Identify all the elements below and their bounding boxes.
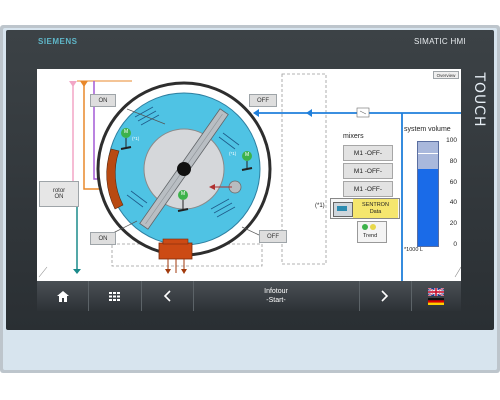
motor-left-sub: (*1) — [132, 136, 140, 141]
mixer-button-3[interactable]: M1 -OFF- — [343, 181, 393, 197]
trend-yellow-led-icon — [370, 224, 376, 230]
volume-tick-label: 40 — [449, 199, 457, 207]
infotour-line2: -Start- — [266, 297, 286, 304]
brand-logo: SIEMENS — [38, 37, 78, 46]
overview-tag[interactable]: Overview — [433, 71, 459, 79]
home-icon — [56, 290, 69, 302]
off-button-top[interactable]: OFF — [249, 94, 277, 107]
volume-setpoint-line — [418, 153, 438, 155]
back-button[interactable] — [141, 281, 194, 311]
rotor-status-line2: ON — [54, 194, 64, 200]
volume-tick-label: 60 — [449, 178, 457, 186]
language-button[interactable] — [411, 281, 461, 311]
sentron-line2: Data — [369, 208, 382, 215]
hmi-screen: M (*1) M (*1) M Overview ON OFF ON OFF r… — [37, 69, 461, 281]
infotour-line1: Infotour — [264, 288, 288, 295]
meter-icon — [333, 202, 353, 217]
german-flag-icon — [428, 297, 444, 305]
touch-text: TOUCH — [471, 72, 487, 128]
motor-right-label: M — [245, 152, 250, 158]
mixer-button-1[interactable]: M1 -OFF- — [343, 145, 393, 161]
model-label: SIMATIC HMI — [414, 37, 467, 46]
infotour-label: Infotour -Start- — [264, 287, 288, 305]
infotour-button[interactable]: Infotour -Start- — [193, 281, 360, 311]
volume-tick-label: 0 — [453, 241, 457, 248]
on-button-top[interactable]: ON — [90, 94, 116, 107]
forward-button[interactable] — [359, 281, 412, 311]
off-button-bottom[interactable]: OFF — [259, 230, 287, 243]
sentron-line1: SENTRON — [362, 201, 389, 208]
sentron-marker: (*1) — [315, 203, 325, 209]
sentron-data-button[interactable]: SENTRON Data — [330, 198, 400, 219]
mixers-title: mixers — [343, 133, 364, 140]
chevron-right-icon — [381, 290, 389, 302]
system-volume-title: system volume — [404, 126, 451, 133]
menu-button[interactable] — [88, 281, 142, 311]
grid-icon — [109, 291, 120, 301]
trend-green-led-icon — [362, 224, 368, 230]
volume-bar — [417, 141, 439, 247]
motor-right-sub: (*1) — [229, 151, 237, 156]
mixer-button-2[interactable]: M1 -OFF- — [343, 163, 393, 179]
motor-bottom-label: M — [181, 191, 186, 197]
uk-flag-icon — [428, 287, 444, 296]
trend-button[interactable]: Trend — [357, 221, 387, 243]
chevron-left-icon — [163, 290, 171, 302]
trend-label: Trend — [363, 233, 378, 239]
volume-bar-fill — [418, 169, 438, 246]
home-button[interactable] — [37, 281, 89, 311]
sentron-data-label: SENTRON Data — [353, 199, 398, 218]
volume-tick-label: 100 — [446, 137, 457, 144]
taskbar: Infotour -Start- — [37, 281, 461, 311]
motor-left-label: M — [124, 129, 129, 135]
volume-tick-label: 20 — [449, 220, 457, 228]
on-button-bottom[interactable]: ON — [90, 232, 116, 245]
touch-side-label: TOUCH — [462, 68, 496, 132]
volume-tick-label: 80 — [449, 157, 457, 165]
rotor-status[interactable]: rotor ON — [39, 181, 79, 207]
volume-unit: *1000 L — [404, 247, 423, 253]
